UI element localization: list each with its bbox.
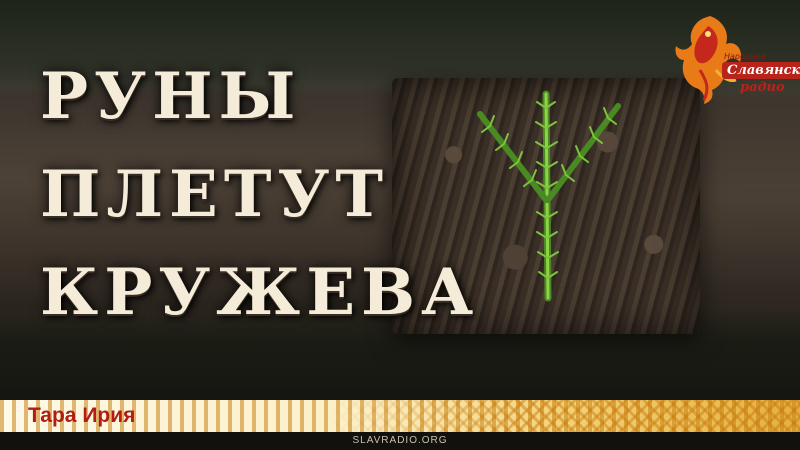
page-title: Руны плетут кружева (40, 48, 480, 342)
title-line-2: плетут (40, 157, 389, 232)
site-url: SLAVRADIO.ORG (352, 435, 448, 446)
slavic-radio-logo: Народное Славянское радио (660, 6, 800, 110)
logo-name: Славянское (722, 62, 800, 79)
ornament-pattern (330, 400, 800, 432)
cover-image: Руны плетут кружева Народное Славянское … (0, 0, 800, 450)
author-name: Тара Ирия (28, 404, 136, 427)
logo-tagline: Народное (724, 52, 766, 61)
blurred-log-right (700, 95, 800, 305)
fern-rune-image (477, 90, 621, 302)
title-line-1: Руны (40, 59, 302, 134)
title-line-3: кружева (40, 255, 480, 330)
logo-radio: радио (740, 80, 785, 95)
